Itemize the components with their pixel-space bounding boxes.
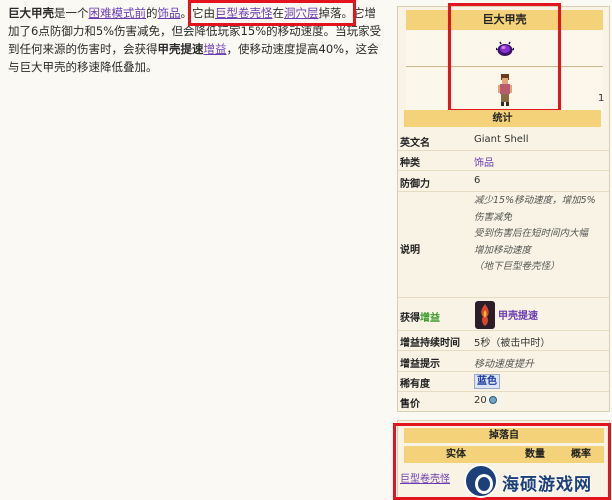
- link-prehardmode[interactable]: 困难模式前: [89, 6, 147, 20]
- value-price: 20: [474, 395, 497, 406]
- divider: [398, 170, 609, 171]
- text: 20: [474, 395, 487, 406]
- label-buff: 获得增益: [400, 309, 440, 324]
- watermark-logo-icon: [464, 464, 498, 498]
- text: ，使移动速度提高40%，这会: [226, 42, 379, 56]
- divider: [398, 297, 609, 298]
- description-line: （地下巨型卷壳怪）: [474, 261, 560, 272]
- divider: [398, 191, 609, 192]
- watermark-text: 海硕游戏网: [502, 475, 592, 495]
- buff-flame-icon: [481, 304, 489, 326]
- text: 的: [146, 6, 158, 20]
- label-type: 种类: [400, 158, 420, 169]
- label-english-name: 英文名: [400, 138, 430, 149]
- shell-speed-buff-icon[interactable]: [475, 301, 495, 329]
- label-description: 说明: [400, 245, 420, 256]
- text: 获得: [400, 313, 420, 324]
- stack-count: 1: [598, 93, 605, 104]
- text: 到任何来源的伤害时，会获得: [8, 42, 158, 56]
- value-english-name: Giant Shell: [474, 134, 529, 145]
- value-defense: 6: [474, 175, 481, 186]
- label-buff-duration: 增益持续时间: [400, 338, 460, 349]
- article-line-4: 与巨大甲壳的移速降低叠加。: [8, 60, 158, 74]
- description-line: 伤害减免: [474, 211, 513, 223]
- stats-header: 统计: [404, 110, 601, 127]
- divider: [398, 330, 609, 331]
- buff-name-bold: 甲壳提速: [157, 42, 204, 56]
- value-buff-duration: 5秒（被击中时）: [474, 338, 551, 349]
- rarity-badge[interactable]: 蓝色: [474, 374, 500, 389]
- highlight-box-infobox-title: [448, 3, 561, 112]
- buff-name-link[interactable]: 甲壳提速: [498, 307, 538, 322]
- value-buff-tooltip: 移动速度提升: [474, 359, 534, 370]
- watermark: 海硕游戏网: [464, 462, 610, 500]
- silver-coin-icon: [488, 396, 497, 404]
- highlight-box-drop-source: [188, 0, 356, 26]
- value-type-link[interactable]: 饰品: [474, 154, 494, 169]
- description-line: 受到伤害后在短时间内大幅: [474, 228, 589, 239]
- label-rarity: 稀有度: [400, 379, 430, 390]
- label-price: 售价: [400, 399, 420, 410]
- divider: [398, 150, 609, 151]
- divider: [398, 350, 609, 351]
- description-text: 减少15%移动速度，增加5% 伤害减免 受到伤害后在短时间内大幅 增加移动速度 …: [474, 193, 608, 276]
- divider: [398, 391, 609, 392]
- article-line-3: 到任何来源的伤害时，会获得甲壳提速增益，使移动速度提高40%，这会: [8, 40, 390, 58]
- text: 是一个: [54, 6, 89, 20]
- link-accessory[interactable]: 饰品: [158, 6, 181, 20]
- link-buff[interactable]: 增益: [204, 42, 227, 56]
- label-buff-tooltip: 增益提示: [400, 359, 440, 370]
- label-buff-green: 增益: [420, 313, 440, 324]
- description-line: 减少15%移动速度，增加5%: [474, 195, 596, 206]
- description-line: 增加移动速度: [474, 244, 532, 256]
- label-defense: 防御力: [400, 179, 430, 190]
- divider: [398, 371, 609, 372]
- item-name-bold: 巨大甲壳: [8, 6, 54, 20]
